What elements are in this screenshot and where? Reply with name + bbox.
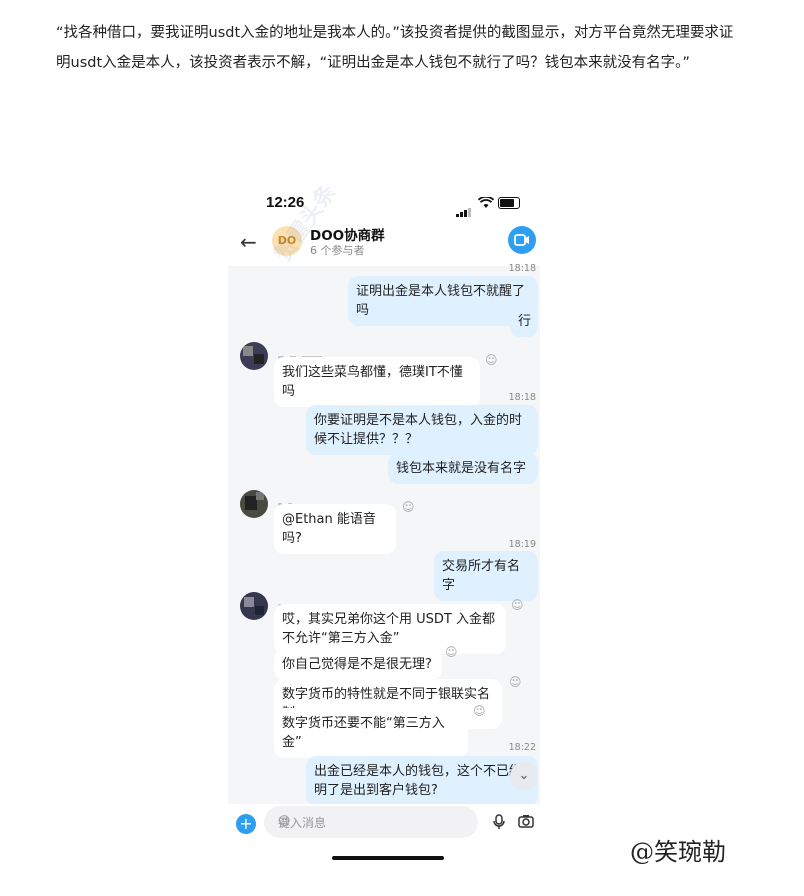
plus-icon[interactable]: + (236, 814, 256, 834)
smiley-reaction-icon[interactable]: ☺ (402, 500, 415, 514)
battery-icon (498, 197, 520, 209)
message-input[interactable]: 键入消息 ☺ (264, 806, 478, 838)
avatar[interactable] (240, 490, 268, 518)
message-incoming[interactable]: @Ethan 能语音吗? (274, 504, 396, 554)
smiley-reaction-icon[interactable]: ☺ (509, 675, 522, 689)
signal-icon (456, 198, 472, 217)
sender-name-blurred (278, 594, 308, 609)
video-call-icon[interactable] (508, 226, 536, 254)
message-outgoing[interactable]: 你要证明是不是本人钱包，入金的时候不让提供？？？ (306, 405, 538, 455)
message-outgoing[interactable]: 钱包本来就是没有名字 (388, 453, 538, 484)
timestamp: 18:19 (508, 539, 536, 550)
brand-watermark: @笑琬勒 (630, 838, 726, 866)
microphone-icon[interactable] (492, 814, 506, 830)
member-count: 6 个参与者 (310, 244, 365, 257)
avatar[interactable] (240, 592, 268, 620)
smiley-reaction-icon[interactable]: ☺ (445, 645, 458, 659)
smiley-reaction-icon[interactable]: ☺ (473, 704, 486, 718)
message-incoming[interactable]: 数字货币还要不能“第三方入金” (274, 708, 468, 758)
group-name[interactable]: DOO协商群 (310, 224, 385, 244)
home-indicator (332, 856, 444, 860)
timestamp: 18:22 (508, 742, 536, 753)
sender-name-blurred (278, 493, 298, 508)
avatar[interactable] (240, 342, 268, 370)
arrow-left-icon[interactable]: ← (240, 230, 257, 254)
smiley-reaction-icon[interactable]: ☺ (485, 353, 498, 367)
status-bar: 12:26 (228, 186, 540, 222)
compose-bar: + 键入消息 ☺ (228, 804, 540, 844)
emoji-icon[interactable]: ☺ (278, 814, 291, 828)
message-outgoing[interactable]: 出金已经是本人的钱包，这个不已经明了是出到客户钱包? (306, 756, 538, 806)
message-incoming[interactable]: 我们这些菜鸟都懂，德璞IT不懂吗 (274, 357, 480, 407)
message-outgoing[interactable]: 交易所才有名字 (434, 551, 538, 601)
chat-screenshot: 12:26 ← DO DOO协商群 6 个参与者 赞雷头条 18:18 证明出金… (228, 186, 540, 874)
message-list[interactable]: 赞雷头条 18:18 证明出金是本人钱包不就醒了吗 行 我们这些菜鸟都懂，德璞I… (228, 186, 540, 806)
message-outgoing[interactable]: 行 (510, 306, 538, 337)
smiley-reaction-icon[interactable]: ☺ (511, 598, 524, 612)
message-incoming[interactable]: 哎，其实兄弟你这个用 USDT 入金都不允许“第三方入金” (274, 604, 506, 654)
camera-icon[interactable] (518, 814, 534, 828)
wifi-icon (478, 197, 494, 208)
sender-name-blurred (278, 346, 328, 361)
message-incoming[interactable]: 你自己觉得是不是很无理? (274, 649, 442, 680)
chevron-down-icon[interactable]: ⌄ (510, 762, 538, 790)
article-paragraph: “找各种借口，要我证明usdt入金的地址是我本人的。”该投资者提供的截图显示，对… (56, 25, 734, 71)
timestamp: 18:18 (508, 392, 536, 403)
timestamp: 18:18 (508, 263, 536, 274)
